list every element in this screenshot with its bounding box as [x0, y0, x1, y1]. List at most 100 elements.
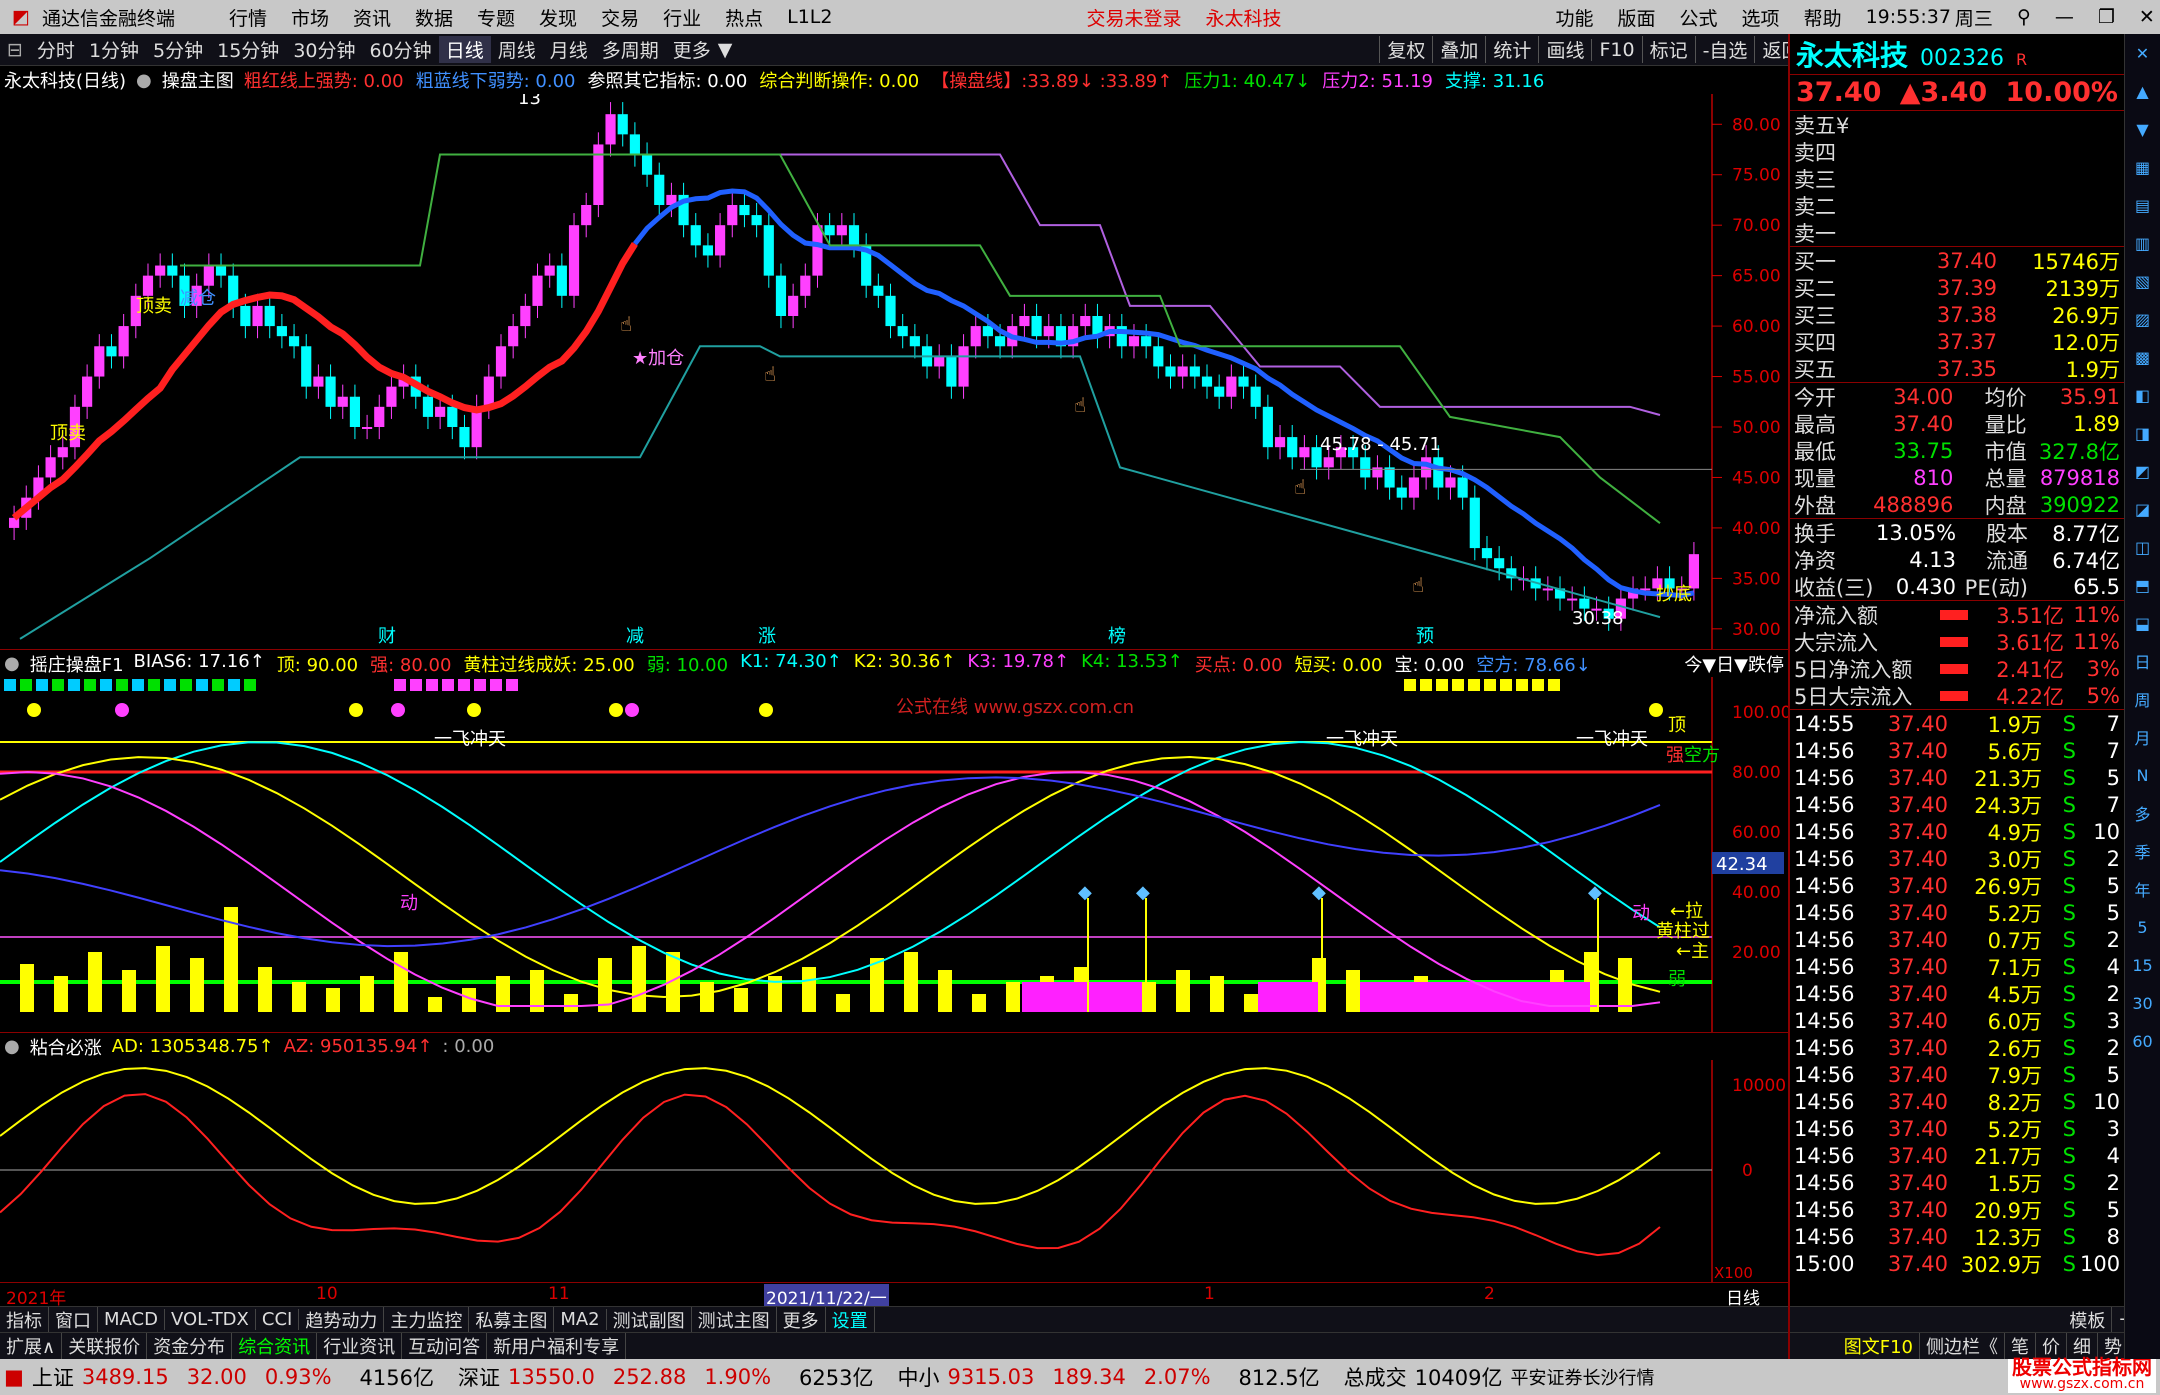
stat-row[interactable]: 最低 33.75 市值 327.8亿 — [1790, 437, 2124, 464]
info-tab-2[interactable]: 资金分布 — [147, 1333, 233, 1359]
tick-row[interactable]: 14:56 37.40 7.9万 S 5 — [1790, 1061, 2124, 1088]
more-arrow-icon[interactable]: ▼ — [718, 39, 740, 61]
tick-row[interactable]: 15:00 37.40 302.9万 S 100 — [1790, 1250, 2124, 1277]
sub1-indicator-chart[interactable]: 100.0080.0060.0040.0020.00一飞冲天 一飞冲天 一飞冲天顶强… — [0, 677, 1788, 1032]
side-tool-icon-10[interactable]: ◨ — [2125, 414, 2160, 452]
period-multi[interactable]: 多周期 — [595, 36, 666, 63]
side-tool-icon-14[interactable]: ⬒ — [2125, 566, 2160, 604]
menu-industry[interactable]: 行业 — [651, 4, 713, 31]
menu-layout[interactable]: 版面 — [1606, 4, 1668, 31]
side-tool-icon-9[interactable]: ◧ — [2125, 376, 2160, 414]
info-tab-1[interactable]: 关联报价 — [62, 1333, 148, 1359]
news-flag[interactable]: 涨 — [758, 626, 776, 647]
side-period-8[interactable]: 15 — [2125, 946, 2160, 984]
bid-row[interactable]: 买二 37.39 2139万 — [1790, 274, 2124, 301]
tick-row[interactable]: 14:56 37.40 4.5万 S 2 — [1790, 980, 2124, 1007]
indicator-tab-11[interactable]: 更多 — [777, 1306, 826, 1333]
bid-row[interactable]: 买四 37.37 12.0万 — [1790, 328, 2124, 355]
period-1m[interactable]: 1分钟 — [82, 36, 146, 63]
side-tool-icon-4[interactable]: ▤ — [2125, 186, 2160, 224]
tick-row[interactable]: 14:56 37.40 8.2万 S 10 — [1790, 1088, 2124, 1115]
stat2-row[interactable]: 净资 4.13 流通 6.74亿 — [1790, 546, 2124, 573]
period-5m[interactable]: 5分钟 — [146, 36, 210, 63]
indicator-tab-4[interactable]: CCI — [256, 1309, 300, 1330]
flow-row[interactable]: 大宗流入 3.61亿 11% — [1790, 628, 2124, 655]
indicator-tab-7[interactable]: 私募主图 — [469, 1306, 555, 1333]
period-month[interactable]: 月线 — [543, 36, 595, 63]
side-period-7[interactable]: 5 — [2125, 908, 2160, 946]
restore-icon[interactable]: ❐ — [2086, 6, 2127, 28]
zx-name[interactable]: 中小 — [897, 1362, 939, 1392]
tick-row[interactable]: 14:56 37.40 5.6万 S 7 — [1790, 737, 2124, 764]
sz-name[interactable]: 深证 — [458, 1362, 500, 1392]
side-tool-icon-12[interactable]: ◪ — [2125, 490, 2160, 528]
ask-row[interactable]: 卖四 — [1790, 138, 2124, 165]
period-60m[interactable]: 60分钟 — [363, 36, 439, 63]
menu-discover[interactable]: 发现 — [527, 4, 589, 31]
side-tool-icon-13[interactable]: ◫ — [2125, 528, 2160, 566]
tick-row[interactable]: 14:56 37.40 5.2万 S 5 — [1790, 899, 2124, 926]
flow-row[interactable]: 净流入额 3.51亿 11% — [1790, 601, 2124, 628]
indicator-tab-12[interactable]: 设置 — [826, 1306, 875, 1333]
side-tool-icon-0[interactable]: ✕ — [2125, 34, 2160, 72]
menu-function[interactable]: 功能 — [1544, 4, 1606, 31]
tick-row[interactable]: 14:56 37.40 24.3万 S 7 — [1790, 791, 2124, 818]
bid-row[interactable]: 买三 37.38 26.9万 — [1790, 301, 2124, 328]
tick-row[interactable]: 14:56 37.40 21.3万 S 5 — [1790, 764, 2124, 791]
info-tab-0[interactable]: 扩展∧ — [0, 1333, 63, 1359]
stat-row[interactable]: 现量 810 总量 879818 — [1790, 464, 2124, 491]
tool-f10[interactable]: F10 — [1591, 38, 1641, 61]
sub2-toggle-icon[interactable]: ● — [4, 1036, 20, 1057]
info-tab-4[interactable]: 行业资讯 — [317, 1333, 403, 1359]
search-icon[interactable]: ⚲ — [2005, 6, 2043, 28]
side-period-2[interactable]: 月 — [2125, 718, 2160, 756]
tick-row[interactable]: 14:55 37.40 1.9万 S 7 — [1790, 710, 2124, 737]
tick-row[interactable]: 14:56 37.40 26.9万 S 5 — [1790, 872, 2124, 899]
ask-row[interactable]: 卖五¥ — [1790, 111, 2124, 138]
news-flag[interactable]: 预 — [1416, 626, 1434, 647]
indicator-tab-3[interactable]: VOL-TDX — [165, 1309, 256, 1330]
tick-row[interactable]: 14:56 37.40 4.9万 S 10 — [1790, 818, 2124, 845]
menu-formula[interactable]: 公式 — [1668, 4, 1730, 31]
side-period-9[interactable]: 30 — [2125, 984, 2160, 1022]
sub1-toggle-icon[interactable]: ● — [4, 653, 20, 674]
indicator-tab-8[interactable]: MA2 — [554, 1309, 607, 1330]
minimize-icon[interactable]: — — [2043, 6, 2086, 28]
info-tab-5[interactable]: 互动问答 — [402, 1333, 488, 1359]
side-period-4[interactable]: 多 — [2125, 794, 2160, 832]
sub2-indicator-chart[interactable]: 10000 0 X100 — [0, 1060, 1788, 1282]
menu-data[interactable]: 数据 — [403, 4, 465, 31]
indicator-tab-9[interactable]: 测试副图 — [607, 1306, 692, 1333]
bid-row[interactable]: 买五 37.35 1.9万 — [1790, 355, 2124, 382]
period-15m[interactable]: 15分钟 — [210, 36, 286, 63]
sh-name[interactable]: 上证 — [32, 1362, 74, 1392]
login-status[interactable]: 交易未登录 — [1074, 4, 1193, 31]
menu-trade[interactable]: 交易 — [589, 4, 651, 31]
tool-overlay[interactable]: 叠加 — [1432, 36, 1485, 63]
bid-row[interactable]: 买一 37.40 15746万 — [1790, 247, 2124, 274]
menu-hq[interactable]: 行情 — [217, 4, 279, 31]
indicator-tab-1[interactable]: 窗口 — [49, 1306, 98, 1333]
side-period-10[interactable]: 60 — [2125, 1022, 2160, 1060]
side-period-3[interactable]: N — [2125, 756, 2160, 794]
flow-row[interactable]: 5日净流入额 2.41亿 3% — [1790, 655, 2124, 682]
side-tool-icon-3[interactable]: ▦ — [2125, 148, 2160, 186]
indicator-tab-2[interactable]: MACD — [98, 1309, 165, 1330]
menu-l1l2[interactable]: L1L2 — [775, 6, 844, 28]
formula-toggle-icon[interactable]: ● — [136, 70, 152, 91]
tool-watchlist[interactable]: -自选 — [1694, 36, 1755, 63]
menu-news[interactable]: 资讯 — [341, 4, 403, 31]
period-30m[interactable]: 30分钟 — [286, 36, 362, 63]
menu-hot[interactable]: 热点 — [713, 4, 775, 31]
tool-fuquan[interactable]: 复权 — [1379, 36, 1432, 63]
sub1-title[interactable]: 摇庄操盘F1 — [30, 651, 124, 677]
side-period-1[interactable]: 周 — [2125, 680, 2160, 718]
side-tool-icon-11[interactable]: ◩ — [2125, 452, 2160, 490]
tick-row[interactable]: 14:56 37.40 21.7万 S 4 — [1790, 1142, 2124, 1169]
tick-row[interactable]: 14:56 37.40 5.2万 S 3 — [1790, 1115, 2124, 1142]
side-tool-icon-7[interactable]: ▨ — [2125, 300, 2160, 338]
side-tool-icon-15[interactable]: ⬓ — [2125, 604, 2160, 642]
tick-row[interactable]: 14:56 37.40 7.1万 S 4 — [1790, 953, 2124, 980]
indicator-tab-10[interactable]: 测试主图 — [692, 1306, 777, 1333]
side-tool-icon-5[interactable]: ▥ — [2125, 224, 2160, 262]
